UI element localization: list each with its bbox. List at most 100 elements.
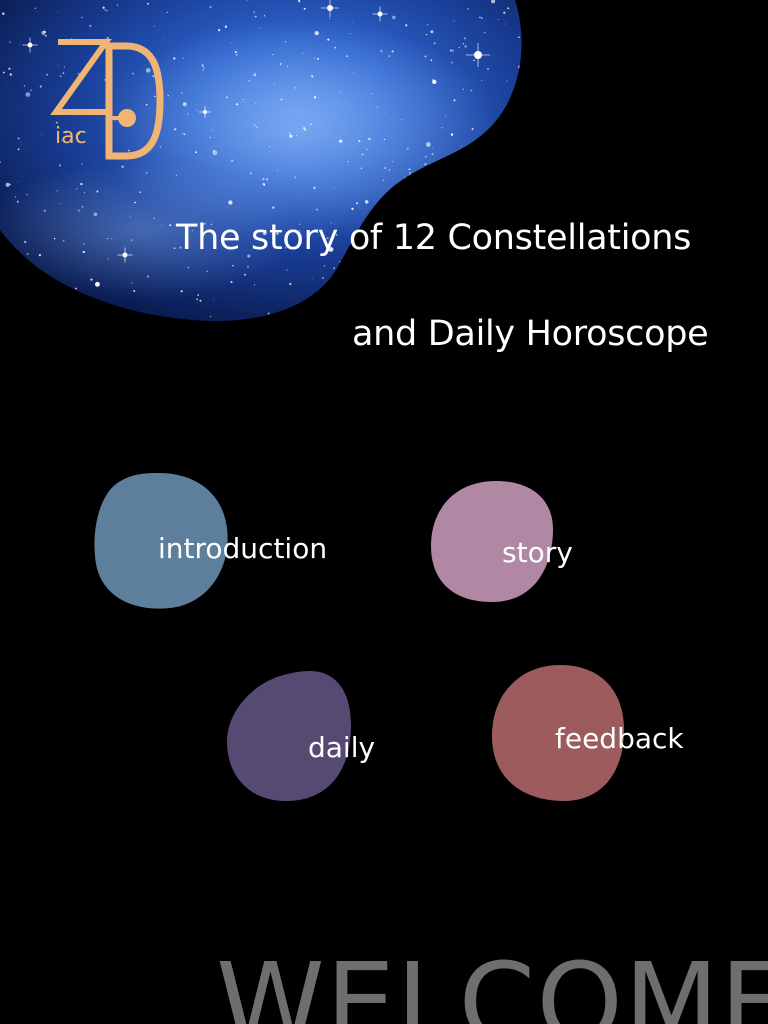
star-dot [334, 287, 336, 289]
star-dot [180, 290, 183, 293]
star-dot [166, 11, 168, 14]
star-dot [352, 72, 354, 74]
star-dot [440, 290, 443, 292]
star-dot [263, 14, 266, 17]
star-dot [407, 184, 410, 187]
star-dot [441, 126, 443, 129]
star-dot [272, 206, 275, 209]
star-dot [453, 99, 456, 102]
star-dot [80, 182, 83, 186]
star-dot [182, 57, 184, 59]
star-dot [361, 153, 364, 156]
star-dot [406, 147, 409, 150]
star-dot [450, 160, 452, 162]
star-dot [322, 276, 324, 279]
star-dot [160, 224, 162, 226]
star-dot [196, 110, 198, 112]
introduction-button[interactable]: introduction [94, 472, 327, 610]
star-dot [409, 189, 412, 192]
star-dot [455, 300, 458, 303]
star-dot [20, 141, 22, 143]
star-dot [481, 17, 483, 19]
star-dot [481, 80, 483, 82]
star-dot [182, 102, 187, 107]
star-dot [102, 6, 105, 9]
star-dot [139, 191, 142, 194]
star-dot [458, 46, 460, 48]
star-dot [81, 16, 83, 19]
star-dot [499, 278, 503, 281]
star-dot [460, 145, 463, 147]
star-dot [197, 294, 199, 296]
star-dot [116, 4, 119, 6]
star-dot [289, 132, 291, 135]
star-dot [516, 100, 519, 103]
star-dot [2, 71, 5, 74]
star-dot [464, 45, 467, 48]
star-dot [360, 167, 363, 170]
star-dot [313, 96, 317, 99]
star-dot [304, 312, 306, 314]
star-dot [134, 201, 137, 204]
star-dot [460, 304, 463, 306]
star-dot [397, 192, 399, 195]
star-dot [84, 191, 86, 193]
star-dot [433, 42, 436, 45]
star-dot [57, 11, 58, 13]
star-dot [244, 273, 247, 276]
star-dot [449, 49, 452, 52]
star-dot [210, 315, 212, 317]
star-dot [284, 41, 287, 43]
star-dot [365, 148, 368, 151]
star-dot [497, 130, 499, 132]
star-dot [479, 16, 481, 19]
star-dot [286, 269, 288, 271]
star-dot [447, 294, 449, 296]
star-dot [376, 106, 378, 108]
star-dot [8, 41, 11, 44]
star-dot [523, 303, 525, 305]
star-dot [296, 135, 298, 137]
feedback-button[interactable]: feedback [490, 664, 684, 802]
star-dot [431, 153, 434, 156]
star-dot [17, 137, 20, 140]
star-dot [169, 224, 172, 227]
star-dot [333, 267, 335, 269]
star-dot [212, 299, 214, 301]
star-dot [34, 7, 37, 9]
star-dot [399, 270, 402, 272]
star-dot [453, 20, 455, 22]
star-dot [314, 57, 316, 59]
star-dot [153, 217, 156, 220]
story-label: story [502, 536, 573, 569]
star-dot [25, 92, 31, 97]
star-dot [183, 133, 186, 136]
star-dot [309, 123, 312, 126]
star-dot [255, 102, 257, 104]
star-dot [320, 311, 322, 313]
story-button[interactable]: story [430, 480, 573, 604]
star-dot [77, 209, 80, 212]
star-dot [466, 283, 470, 286]
star-dot [433, 267, 436, 270]
star-dot [314, 30, 319, 36]
star-dot [351, 207, 354, 210]
star-dot [349, 33, 351, 35]
star-dot [5, 81, 6, 83]
star-dot [384, 167, 387, 169]
daily-button[interactable]: daily [226, 670, 375, 802]
star-dot [422, 268, 427, 273]
star-dot [457, 259, 461, 263]
star-dot [90, 278, 93, 281]
star-dot [26, 193, 29, 196]
star-dot [425, 33, 428, 36]
star-dot [186, 112, 189, 115]
star-dot [269, 146, 270, 147]
star-dot [224, 25, 228, 28]
star-dot [469, 183, 471, 186]
star-dot [23, 85, 26, 87]
star-dot [400, 119, 402, 121]
star-dot [388, 168, 391, 171]
star-dot [303, 127, 306, 130]
star-dot [336, 317, 338, 319]
